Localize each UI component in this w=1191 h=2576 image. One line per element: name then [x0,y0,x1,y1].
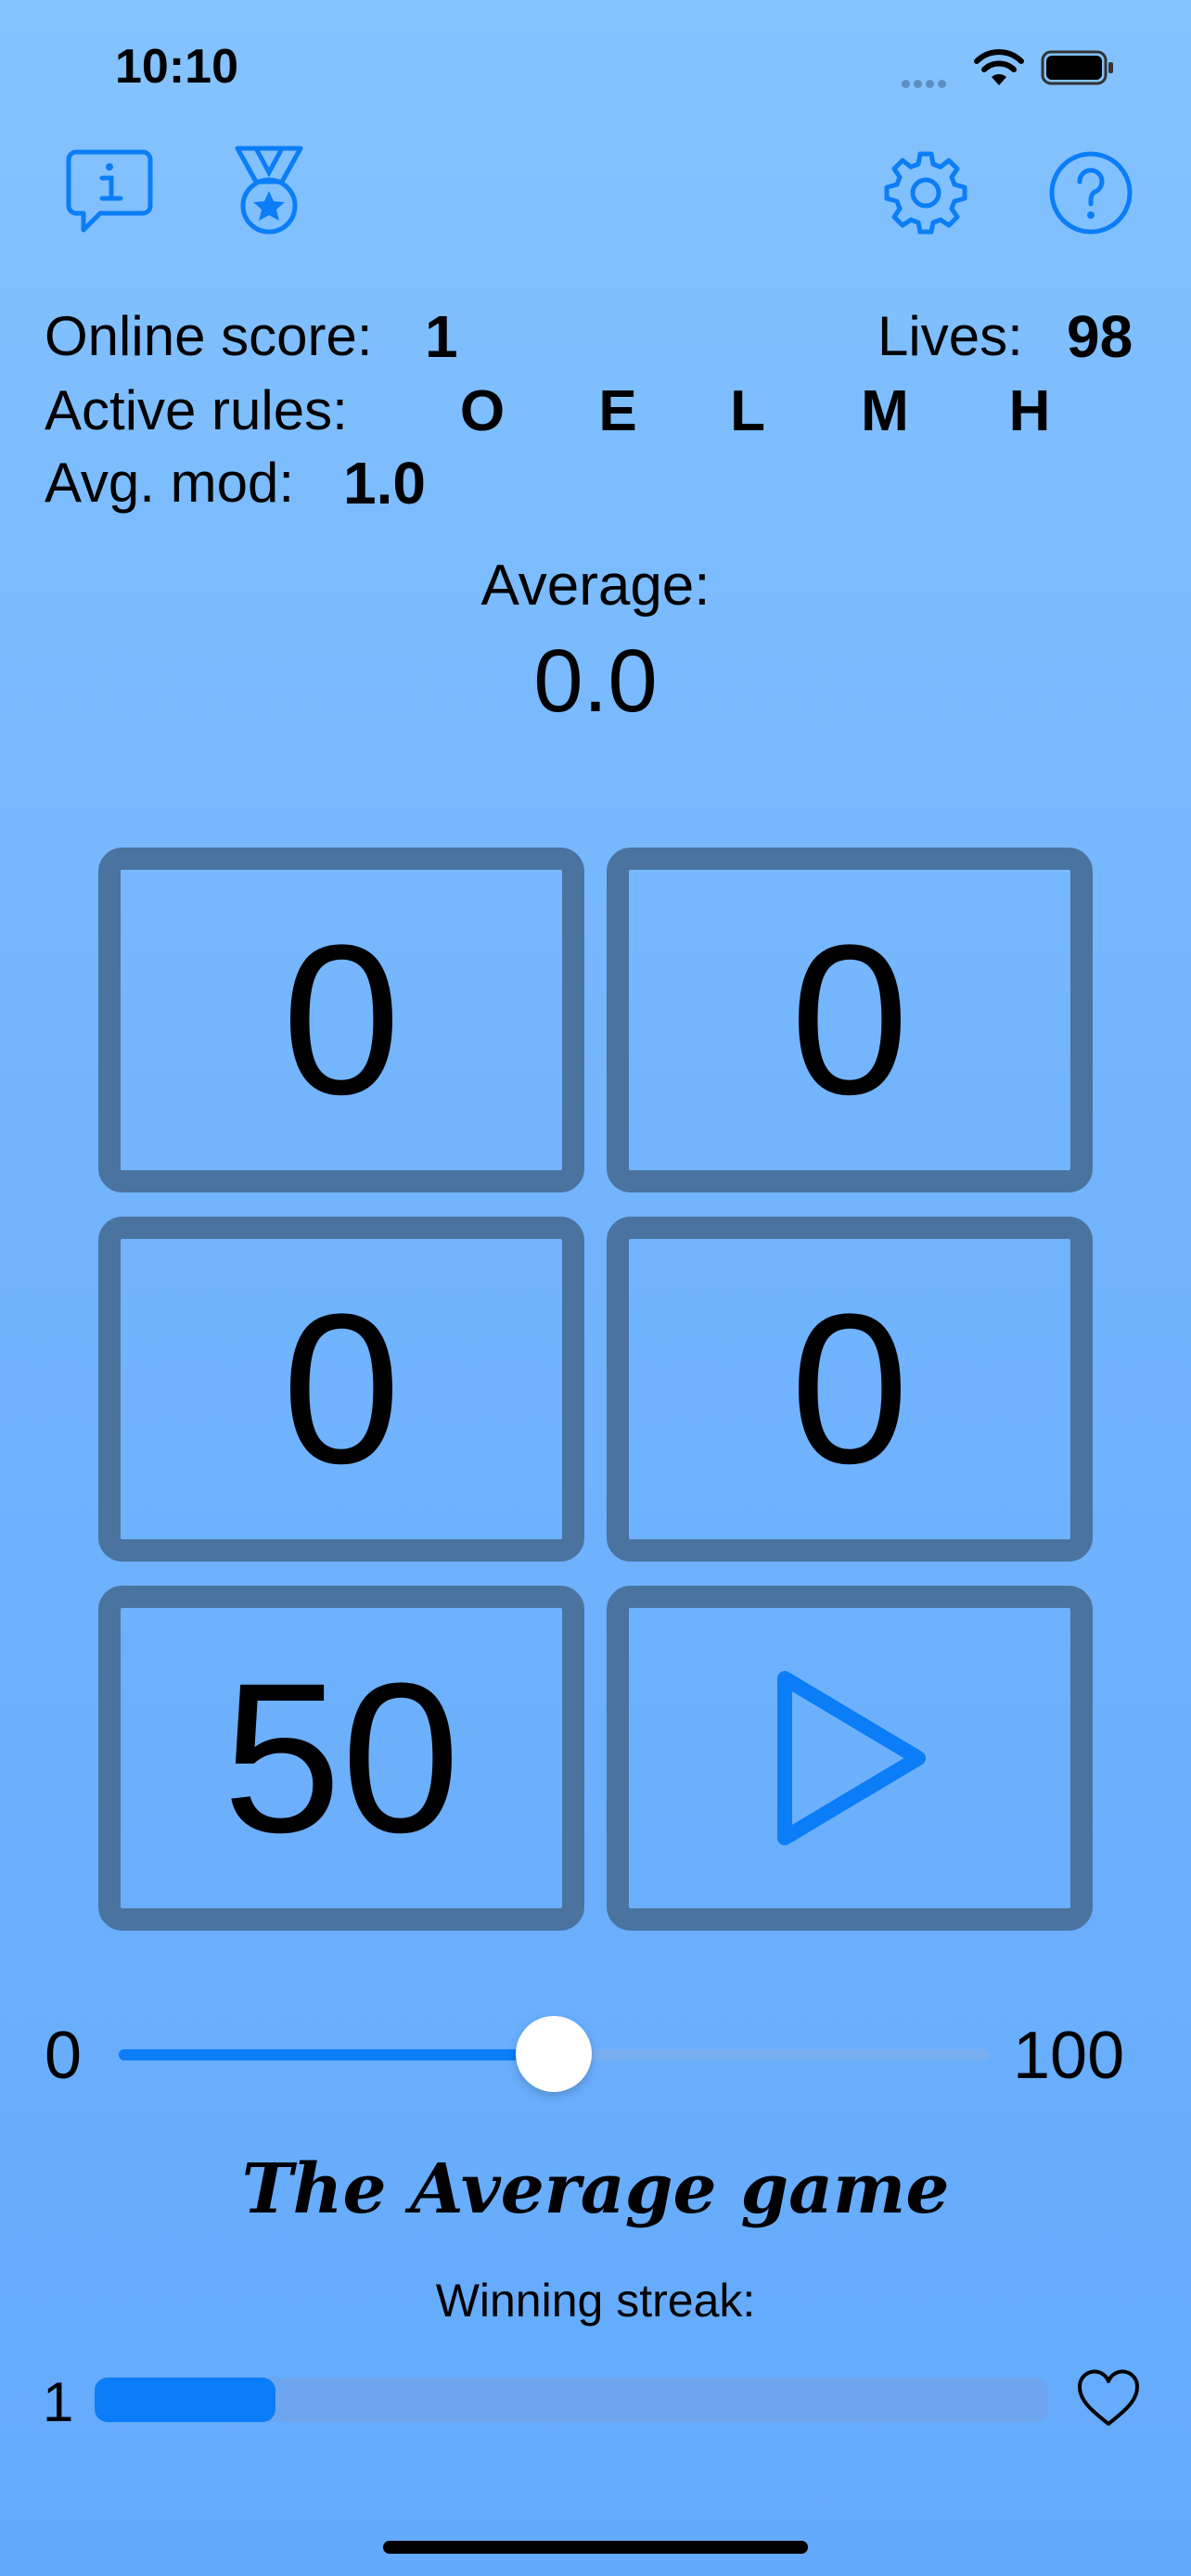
rule-h[interactable]: H [992,378,1067,444]
game-title: The Average game [241,2149,950,2229]
slider-fill [119,2049,554,2060]
active-rules-label: Active rules: [45,379,348,441]
lives-value: 98 [1067,303,1133,370]
online-score-label: Online score: [45,305,373,367]
play-icon [777,1671,926,1845]
number-tile-4[interactable]: 0 [607,1217,1093,1562]
play-button[interactable] [607,1586,1093,1931]
heart-icon[interactable] [1076,2368,1141,2429]
slider-min-label: 0 [45,2019,83,2093]
wifi-icon [974,48,1024,87]
lives-label: Lives: [877,305,1023,367]
streak-count: 1 [43,2371,74,2433]
guess-tile: 50 [98,1586,584,1931]
average-label: Average: [480,554,711,618]
streak-progress-fill [95,2378,275,2422]
slider-thumb[interactable] [516,2016,592,2092]
number-tile-2[interactable]: 0 [607,848,1093,1192]
rule-m[interactable]: M [848,378,922,444]
status-time: 10:10 [115,40,238,94]
slider-max-label: 100 [1013,2019,1125,2093]
home-indicator [383,2541,808,2554]
info-bubble-icon[interactable] [63,145,156,237]
online-score-value: 1 [425,303,458,370]
avg-mod-label: Avg. mod: [45,452,295,514]
gear-icon[interactable] [881,148,970,237]
medal-icon[interactable] [224,145,314,237]
rule-e[interactable]: E [581,378,655,444]
rule-o[interactable]: O [445,378,519,444]
number-tile-1[interactable]: 0 [98,848,584,1192]
rule-l[interactable]: L [711,378,785,444]
avg-mod-value: 1.0 [343,450,426,516]
number-tile-3[interactable]: 0 [98,1217,584,1562]
average-value: 0.0 [533,631,658,731]
battery-icon [1041,50,1115,85]
question-circle-icon[interactable] [1046,148,1135,237]
cellular-signal-icon [902,76,950,93]
winning-streak-label: Winning streak: [435,2275,756,2327]
